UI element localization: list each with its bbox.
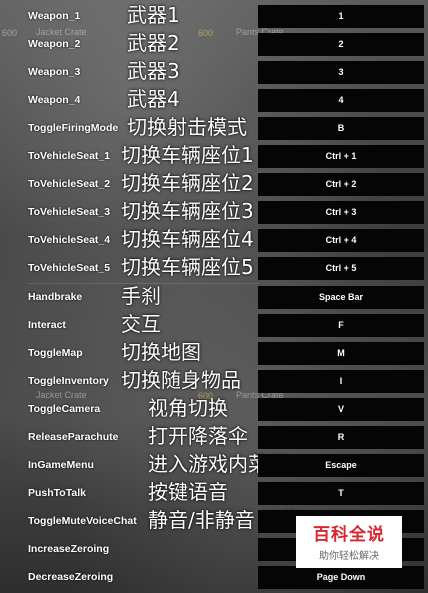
binding-row-handbrake[interactable]: Handbrake 手刹 Space Bar <box>0 284 428 310</box>
action-label-cn: 切换车辆座位4 <box>121 227 254 251</box>
action-label-cn: 打开降落伞 <box>148 424 248 448</box>
action-name: DecreaseZeroing <box>28 571 114 583</box>
action-label-cn: 切换车辆座位1 <box>121 143 254 167</box>
key-binding-button[interactable]: B <box>258 117 424 140</box>
key-binding-button[interactable]: Ctrl + 5 <box>258 257 424 280</box>
binding-row-vehicle-seat-3[interactable]: ToVehicleSeat_3 切换车辆座位3 Ctrl + 3 <box>0 199 428 225</box>
watermark-title: 百科全说 <box>313 525 385 545</box>
key-binding-button[interactable]: Page Down <box>258 566 424 589</box>
key-binding-button[interactable]: F <box>258 314 424 337</box>
binding-row-weapon-3[interactable]: Weapon_3 武器3 3 <box>0 59 428 85</box>
binding-row-vehicle-seat-5[interactable]: ToVehicleSeat_5 切换车辆座位5 Ctrl + 5 <box>0 255 428 281</box>
key-binding-button[interactable]: T <box>258 482 424 505</box>
binding-row-vehicle-seat-1[interactable]: ToVehicleSeat_1 切换车辆座位1 Ctrl + 1 <box>0 143 428 169</box>
watermark-subtitle: 助你轻松解决 <box>319 551 379 562</box>
key-binding-button[interactable]: R <box>258 426 424 449</box>
key-binding-button[interactable]: Ctrl + 3 <box>258 201 424 224</box>
key-binding-button[interactable]: 4 <box>258 89 424 112</box>
key-binding-button[interactable]: Escape <box>258 454 424 477</box>
binding-row-weapon-1[interactable]: Weapon_1 武器1 1 <box>0 3 428 29</box>
binding-row-vehicle-seat-2[interactable]: ToVehicleSeat_2 切换车辆座位2 Ctrl + 2 <box>0 171 428 197</box>
action-label-cn: 切换随身物品 <box>121 368 241 392</box>
key-binding-button[interactable]: 1 <box>258 5 424 28</box>
key-binding-button[interactable]: M <box>258 342 424 365</box>
binding-row-in-game-menu[interactable]: InGameMenu 进入游戏内菜单 Escape <box>0 452 428 478</box>
action-label-cn: 视角切换 <box>148 396 228 420</box>
action-label-cn: 切换地图 <box>121 340 201 364</box>
binding-row-weapon-4[interactable]: Weapon_4 武器4 4 <box>0 87 428 113</box>
key-binding-button[interactable]: Ctrl + 1 <box>258 145 424 168</box>
action-name: IncreaseZeroing <box>28 543 110 555</box>
action-label-cn: 武器4 <box>127 87 180 111</box>
key-binding-button[interactable]: V <box>258 398 424 421</box>
action-label-cn: 切换射击模式 <box>127 115 247 139</box>
key-binding-button[interactable]: Space Bar <box>258 286 424 309</box>
key-binding-button[interactable]: Ctrl + 4 <box>258 229 424 252</box>
key-binding-button[interactable]: Ctrl + 2 <box>258 173 424 196</box>
binding-row-interact[interactable]: Interact 交互 F <box>0 312 428 338</box>
action-label-cn: 武器2 <box>127 31 180 55</box>
binding-row-toggle-camera[interactable]: ToggleCamera 视角切换 V <box>0 396 428 422</box>
action-label-cn: 武器1 <box>127 3 180 27</box>
key-binding-button[interactable]: 2 <box>258 33 424 56</box>
key-binding-button[interactable]: 3 <box>258 61 424 84</box>
action-label-cn: 手刹 <box>121 284 161 308</box>
binding-row-toggle-map[interactable]: ToggleMap 切换地图 M <box>0 340 428 366</box>
watermark-badge: 百科全说 助你轻松解决 <box>296 516 402 568</box>
action-label-cn: 按键语音 <box>148 480 228 504</box>
binding-row-release-parachute[interactable]: ReleaseParachute 打开降落伞 R <box>0 424 428 450</box>
binding-row-toggle-inventory[interactable]: ToggleInventory 切换随身物品 I <box>0 368 428 394</box>
binding-row-toggle-firing-mode[interactable]: ToggleFiringMode 切换射击模式 B <box>0 115 428 141</box>
action-label-cn: 交互 <box>121 312 161 336</box>
binding-row-push-to-talk[interactable]: PushToTalk 按键语音 T <box>0 480 428 506</box>
binding-row-weapon-2[interactable]: Weapon_2 武器2 2 <box>0 31 428 57</box>
action-label-cn: 切换车辆座位2 <box>121 171 254 195</box>
action-label-cn: 切换车辆座位3 <box>121 199 254 223</box>
action-label-cn: 切换车辆座位5 <box>121 255 254 279</box>
action-label-cn: 武器3 <box>127 59 180 83</box>
key-binding-button[interactable]: I <box>258 370 424 393</box>
binding-row-vehicle-seat-4[interactable]: ToVehicleSeat_4 切换车辆座位4 Ctrl + 4 <box>0 227 428 253</box>
